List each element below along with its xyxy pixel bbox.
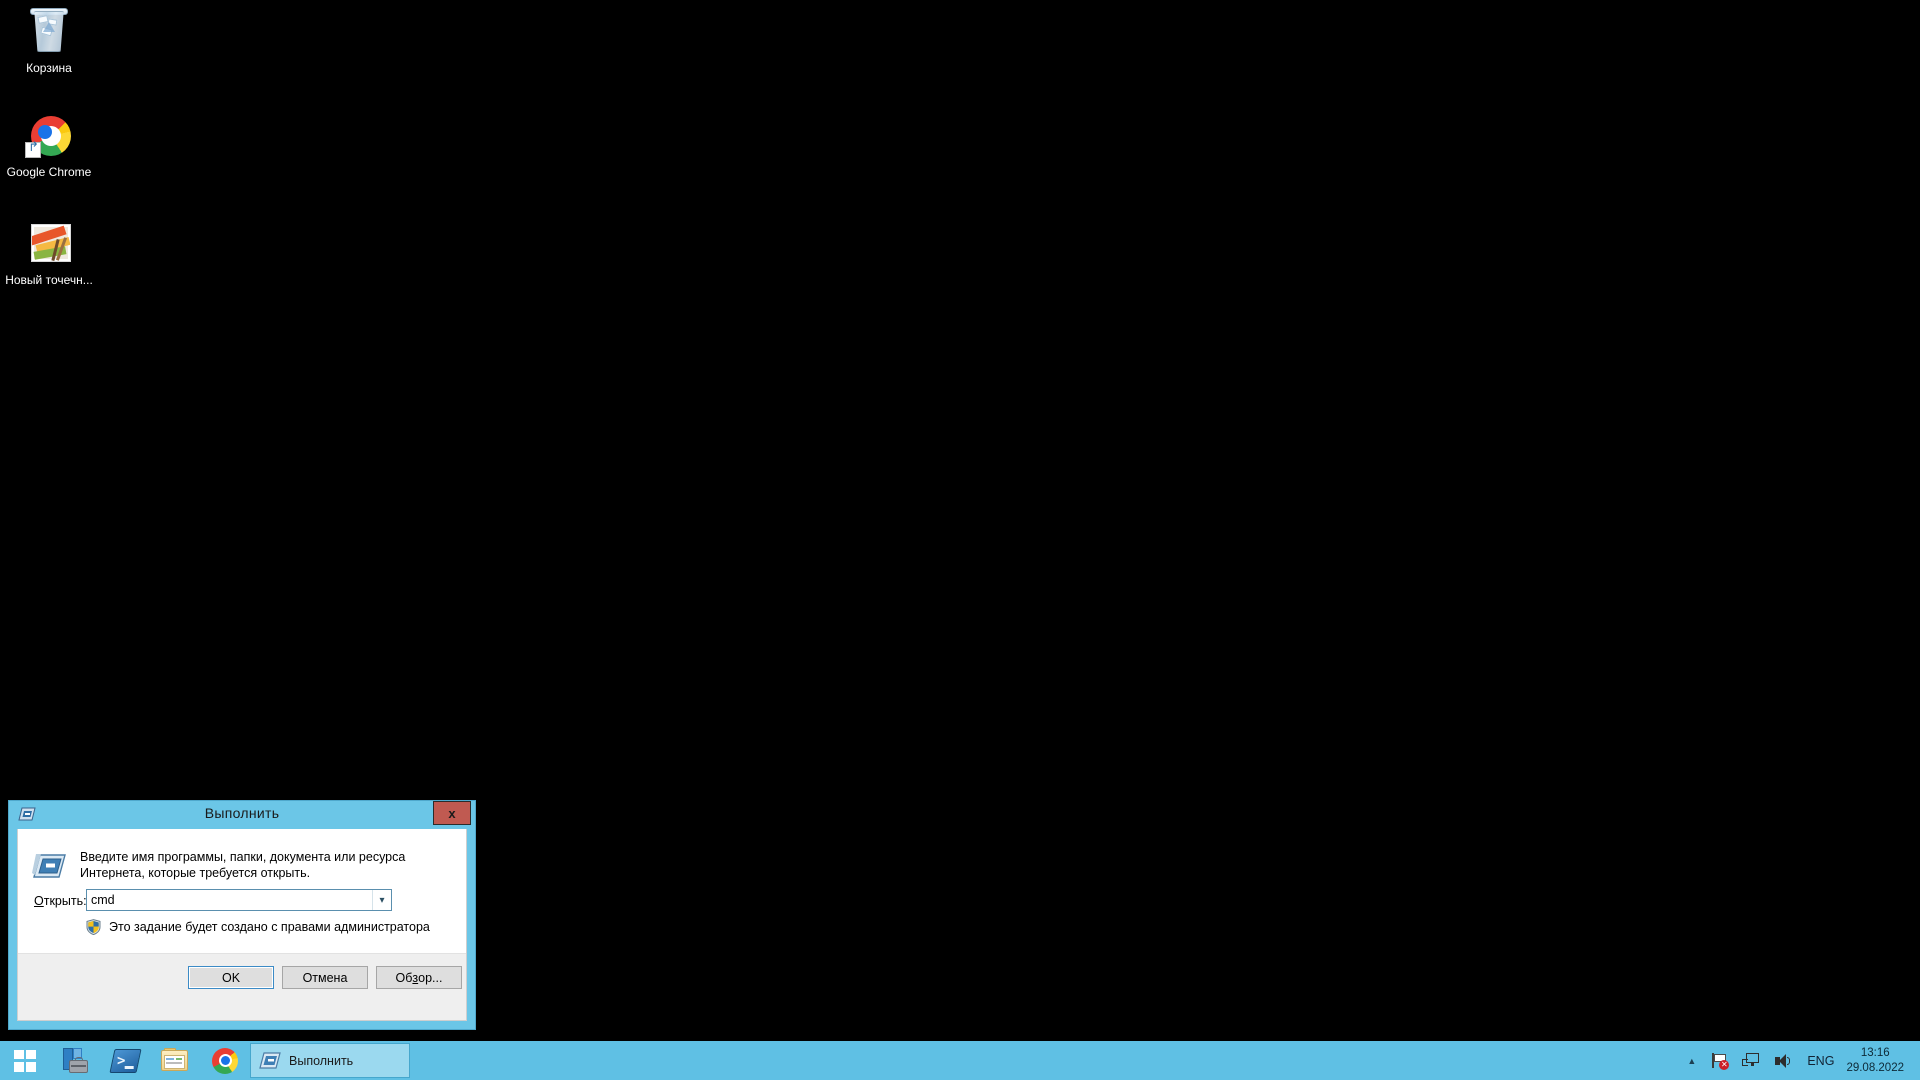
desktop-icon-new-bitmap-image[interactable]: Новый точечн...	[3, 220, 95, 288]
screen: Корзина Google Chrome	[0, 0, 1920, 1080]
dialog-content: Введите имя программы, папки, документа …	[18, 829, 466, 954]
desktop-icon-label: Google Chrome	[6, 165, 92, 179]
run-icon	[259, 1051, 281, 1070]
windows-logo-icon	[14, 1049, 36, 1072]
folder-icon	[161, 1048, 189, 1072]
clock-date: 29.08.2022	[1846, 1061, 1904, 1074]
ok-button[interactable]: OK	[188, 966, 274, 989]
chrome-icon	[212, 1047, 238, 1074]
browse-button[interactable]: Об з ор...	[376, 966, 462, 989]
taskbar-task-run[interactable]: Выполнить	[250, 1043, 410, 1078]
cancel-button[interactable]: Отмена	[282, 966, 368, 989]
run-dialog: Выполнить x Введите имя программы, папки…	[8, 800, 476, 1030]
uac-notice-text: Это задание будет создано с правами адми…	[109, 920, 430, 934]
desktop-icon-label: Новый точечн...	[5, 273, 93, 287]
close-button[interactable]: x	[433, 801, 471, 825]
show-hidden-icons-button[interactable]: ▲	[1680, 1041, 1703, 1080]
language-indicator[interactable]: ENG	[1799, 1054, 1842, 1068]
clock[interactable]: 13:16 29.08.2022	[1842, 1046, 1914, 1076]
taskbar-item-server-manager[interactable]	[50, 1041, 100, 1080]
chevron-down-icon[interactable]: ▾	[372, 890, 391, 910]
taskbar-item-windows-powershell[interactable]: >	[100, 1041, 150, 1080]
network-icon	[1742, 1052, 1760, 1069]
desktop-icon-google-chrome[interactable]: Google Chrome	[3, 112, 95, 180]
dialog-footer: OK Отмена Об з ор...	[18, 953, 466, 1020]
flag-icon: ✕	[1710, 1052, 1730, 1070]
open-field-label: Открыть:	[34, 894, 87, 908]
taskbar-item-file-explorer[interactable]	[150, 1041, 200, 1080]
clock-time: 13:16	[1860, 1046, 1890, 1059]
open-combobox[interactable]: ▾	[86, 889, 392, 911]
run-icon	[32, 853, 66, 881]
system-tray: ▲ ✕ ENG 13:16 29.08.2022	[1680, 1041, 1920, 1080]
shortcut-overlay-icon	[25, 140, 41, 158]
server-manager-icon	[61, 1047, 89, 1074]
volume-button[interactable]	[1767, 1041, 1799, 1080]
desktop-icon-recycle-bin[interactable]: Корзина	[3, 8, 95, 76]
dialog-titlebar[interactable]: Выполнить x	[9, 801, 475, 829]
uac-notice: Это задание будет создано с правами адми…	[86, 919, 430, 936]
speaker-icon	[1774, 1053, 1792, 1069]
taskbar: > Выполнить ▲ ✕ ENG 13:16 29.08.2022	[0, 1041, 1920, 1080]
error-badge: ✕	[1719, 1060, 1730, 1070]
open-input[interactable]	[87, 890, 372, 910]
uac-shield-icon	[86, 919, 101, 936]
chrome-icon	[25, 112, 73, 160]
dialog-title: Выполнить	[204, 805, 280, 821]
bitmap-image-icon	[25, 220, 73, 268]
powershell-icon: >	[108, 1048, 142, 1073]
start-button[interactable]	[0, 1041, 50, 1080]
taskbar-item-google-chrome[interactable]	[200, 1041, 250, 1080]
action-center-button[interactable]: ✕	[1703, 1041, 1735, 1080]
recycle-bin-icon	[25, 8, 73, 56]
network-button[interactable]	[1735, 1041, 1767, 1080]
dialog-body: Введите имя программы, папки, документа …	[17, 829, 467, 1021]
taskbar-task-label: Выполнить	[289, 1053, 354, 1068]
desktop-icon-label: Корзина	[26, 61, 72, 75]
chevron-up-icon: ▲	[1687, 1055, 1697, 1066]
dialog-description: Введите имя программы, папки, документа …	[80, 850, 406, 880]
